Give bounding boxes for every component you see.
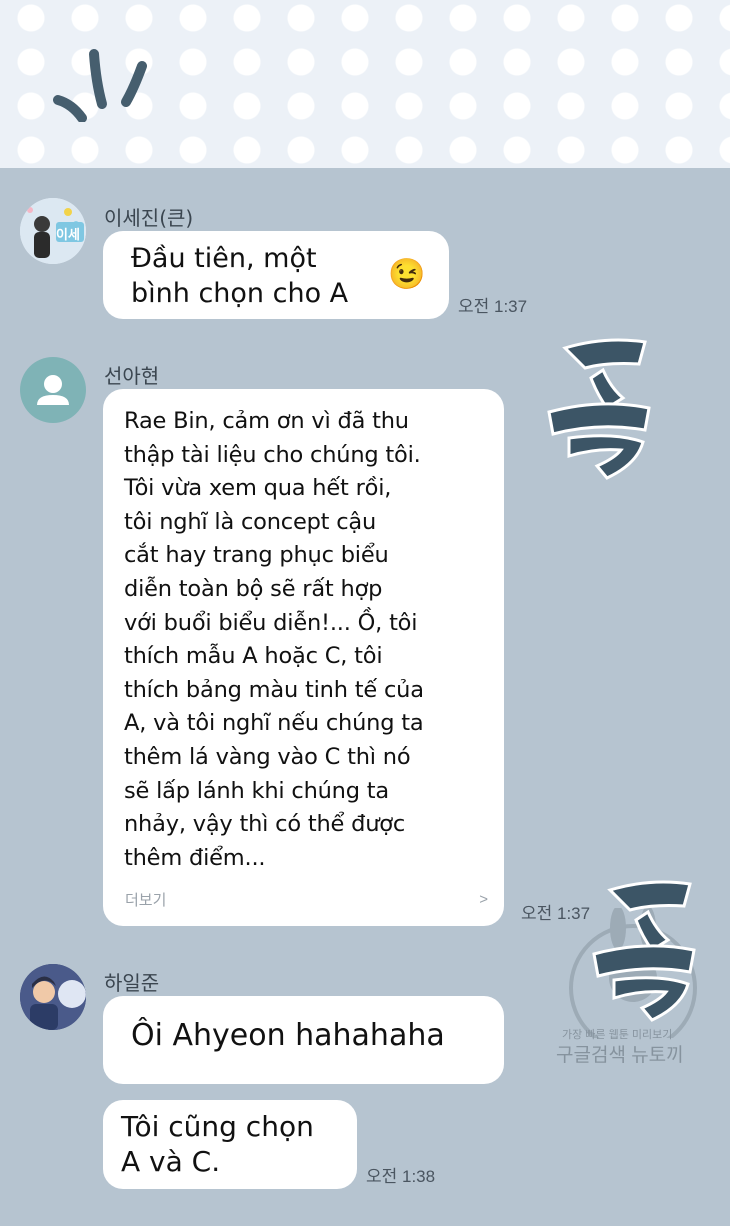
see-more-row[interactable]: 더보기 > bbox=[125, 889, 488, 910]
winking-face-emoji: 😉 bbox=[388, 258, 426, 291]
avatar-sign-text: 이세 bbox=[56, 227, 80, 242]
sender-name: 선아현 bbox=[104, 364, 160, 388]
sender-name: 이세진(큰) bbox=[104, 206, 194, 230]
message-text: Rae Bin, cảm ơn vì đã thu thập tài liệu … bbox=[124, 408, 424, 871]
message-bubble[interactable]: Tôi cũng chọn A và C. bbox=[103, 1100, 357, 1189]
emphasis-lines-icon bbox=[53, 49, 147, 122]
message-timestamp: 오전 1:37 bbox=[458, 297, 528, 316]
message-bubble[interactable]: Đầu tiên, một bình chọn cho A 😉 bbox=[103, 231, 449, 319]
profile-photo-icon bbox=[20, 964, 86, 1030]
message-text: Tôi cũng chọn A và C. bbox=[121, 1110, 314, 1178]
sender-name: 하일준 bbox=[104, 971, 160, 995]
message-bubble-long[interactable]: Rae Bin, cảm ơn vì đã thu thập tài liệu … bbox=[103, 389, 504, 926]
person-silhouette-icon bbox=[37, 375, 69, 405]
avatar-sender-3[interactable] bbox=[20, 964, 86, 1030]
chevron-right-icon: > bbox=[479, 891, 488, 908]
avatar-default[interactable] bbox=[20, 357, 86, 423]
sound-effect-icon bbox=[547, 338, 651, 480]
avatar-sender-1[interactable]: 이세 bbox=[20, 198, 86, 264]
see-more-label: 더보기 bbox=[125, 892, 167, 909]
chat-area: 이세 이세진(큰) Đầu tiên, một bình chọn cho A … bbox=[0, 168, 730, 1226]
message-bubble[interactable]: Ôi Ahyeon hahahaha bbox=[103, 996, 504, 1084]
sound-effect-icon bbox=[592, 880, 696, 1022]
message-timestamp: 오전 1:38 bbox=[366, 1167, 436, 1186]
watermark-text-large: 구글검색 뉴토끼 bbox=[556, 1045, 684, 1066]
message-text: Ôi Ahyeon hahahaha bbox=[131, 1018, 445, 1053]
